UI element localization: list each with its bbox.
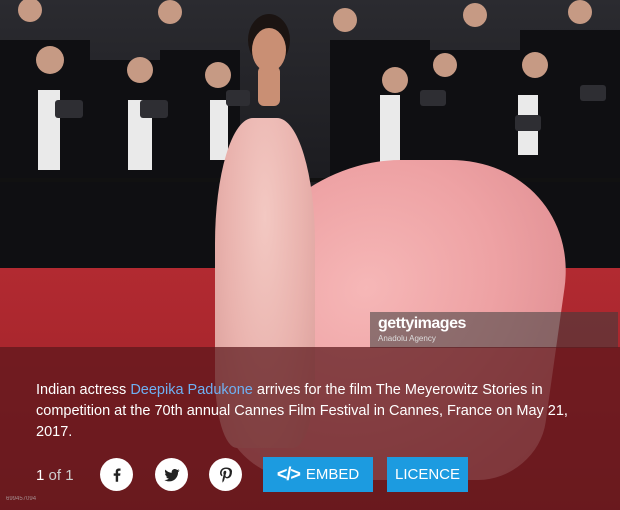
embed-label: EMBED bbox=[305, 466, 360, 483]
actress-link[interactable]: Deepika Padukone bbox=[130, 382, 253, 398]
counter-separator: of bbox=[44, 467, 66, 484]
pinterest-icon bbox=[219, 467, 232, 483]
actress-neck bbox=[258, 66, 280, 106]
code-icon: </> bbox=[276, 464, 301, 484]
image-viewer: gettyimages Anadolu Agency Indian actres… bbox=[0, 0, 620, 510]
licence-label: LICENCE bbox=[394, 466, 461, 483]
pinterest-share-button[interactable] bbox=[209, 458, 242, 491]
facebook-share-button[interactable] bbox=[100, 458, 133, 491]
getty-watermark: gettyimages Anadolu Agency bbox=[370, 312, 618, 348]
caption-prefix: Indian actress bbox=[36, 382, 131, 398]
twitter-share-button[interactable] bbox=[155, 458, 188, 491]
twitter-icon bbox=[163, 468, 179, 481]
actress-head bbox=[252, 28, 286, 72]
embed-button[interactable]: </> EMBED bbox=[263, 457, 373, 492]
facebook-icon bbox=[113, 467, 121, 482]
getty-logo: gettyimages bbox=[378, 315, 466, 332]
photo-caption: Indian actress Deepika Padukone arrives … bbox=[36, 380, 596, 443]
photo-credit: Anadolu Agency bbox=[378, 334, 436, 343]
image-counter: 1 of 1 bbox=[36, 467, 74, 484]
counter-total: 1 bbox=[65, 467, 74, 484]
asset-id: 699457094 bbox=[6, 496, 37, 502]
licence-button[interactable]: LICENCE bbox=[387, 457, 468, 492]
